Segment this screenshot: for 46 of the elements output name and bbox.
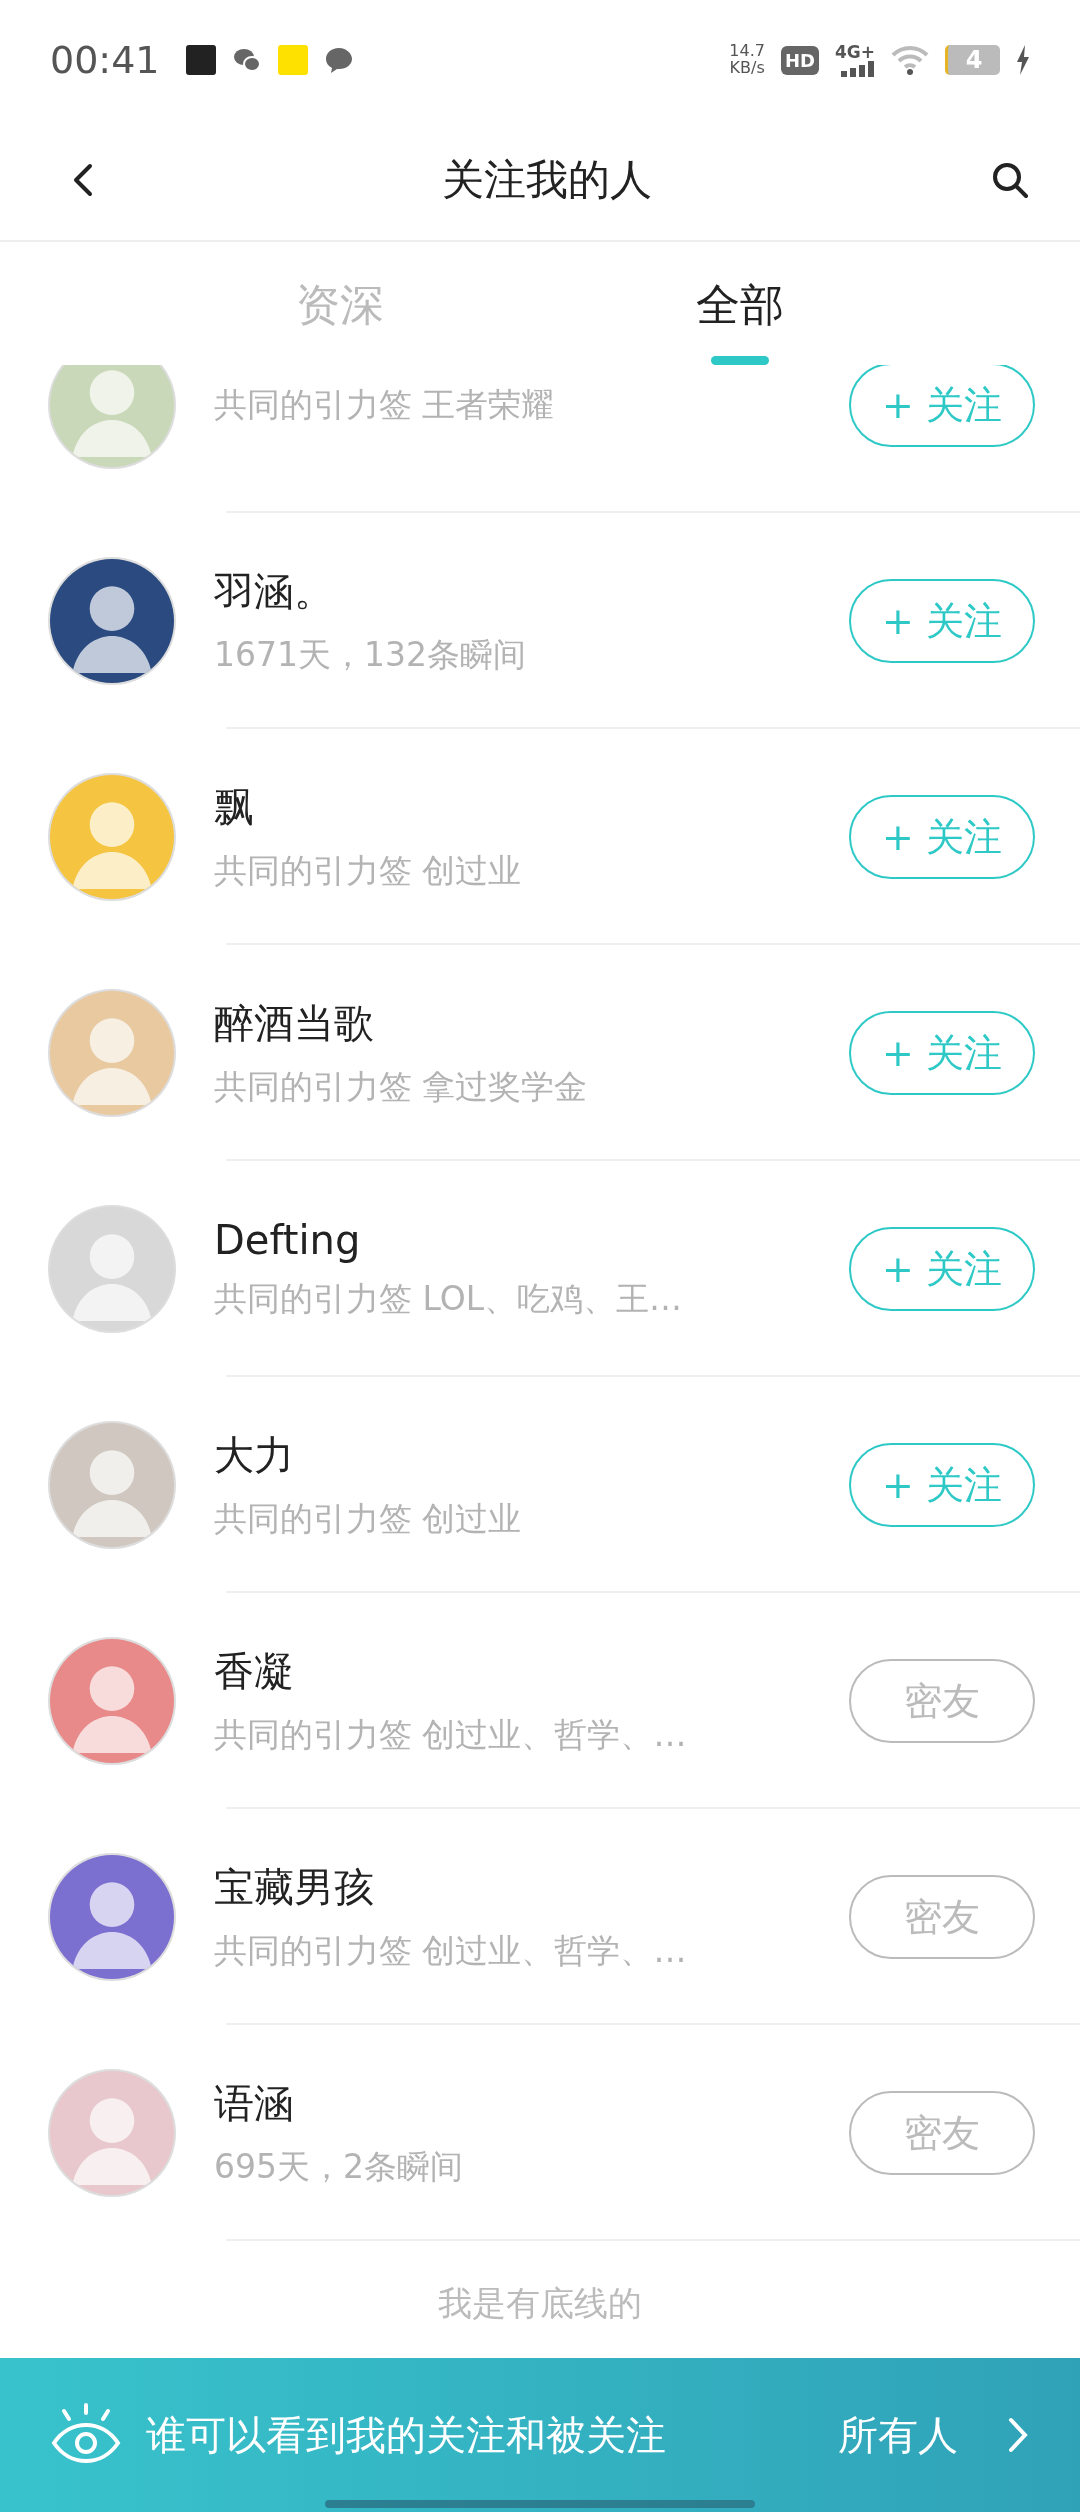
follow-button[interactable]: + 关注 (849, 365, 1035, 447)
end-of-list-text: 我是有底线的 (437, 2282, 643, 2325)
message-bubble-icon (323, 45, 354, 75)
page-title: 关注我的人 (442, 154, 652, 206)
privacy-setting-value[interactable]: 所有人 (838, 2407, 958, 2463)
user-name: 香凝 (214, 1647, 295, 1696)
tab[interactable]: 资深 (296, 242, 384, 365)
user-info: 共同的引力签 创过业、哲学、… (214, 1714, 688, 1756)
battery-indicator: 4 (945, 45, 1000, 75)
user-info: 695天，2条瞬间 (214, 2146, 464, 2188)
speed-unit: KB/s (729, 60, 765, 77)
user-info: 共同的引力签 LOL、吃鸡、王… (214, 1277, 684, 1320)
wifi-icon (891, 45, 929, 75)
follow-button[interactable]: + 关注 (849, 1011, 1035, 1095)
app-icon (185, 45, 216, 75)
follow-button[interactable]: + 关注 (849, 1443, 1035, 1527)
user-name: 大力 (214, 1431, 295, 1480)
user-name: Defting (214, 1216, 362, 1263)
follow-button[interactable]: + 关注 (849, 1227, 1035, 1311)
hd-badge: HD (780, 45, 819, 75)
app-icon (277, 45, 308, 75)
user-info: 1671天，132条瞬间 (214, 634, 527, 676)
user-name: 醉酒当歌 (214, 999, 375, 1048)
search-icon[interactable] (990, 160, 1030, 200)
tab[interactable]: 全部 (696, 242, 784, 365)
close-friend-button[interactable]: 密友 (849, 1875, 1035, 1959)
user-name: 飘 (214, 783, 255, 832)
user-info: 共同的引力签 拿过奖学金 (214, 1066, 589, 1108)
network-type: 4G+ (834, 43, 875, 61)
user-name: 宝藏男孩 (214, 1863, 375, 1912)
follow-button[interactable]: + 关注 (849, 579, 1035, 663)
user-name: 羽涵。 (214, 567, 335, 616)
close-friend-button[interactable]: 密友 (849, 1659, 1035, 1743)
user-info: 共同的引力签 创过业、哲学、… (214, 1930, 688, 1972)
user-info: 共同的引力签 创过业 (214, 1498, 523, 1540)
follow-button[interactable]: + 关注 (849, 795, 1035, 879)
user-name: 语涵 (214, 2079, 295, 2128)
network-speed: 14.7 (729, 43, 765, 60)
user-info: 共同的引力签 创过业 (214, 850, 523, 892)
signal-icon (841, 60, 875, 77)
chevron-right-icon[interactable] (1006, 2415, 1030, 2455)
close-friend-button[interactable]: 密友 (849, 2091, 1035, 2175)
status-time: 00:41 (50, 38, 160, 82)
user-info: 共同的引力签 王者荣耀 (214, 383, 556, 426)
privacy-setting-label[interactable]: 谁可以看到我的关注和被关注 (146, 2407, 814, 2463)
charging-icon (1016, 45, 1030, 75)
